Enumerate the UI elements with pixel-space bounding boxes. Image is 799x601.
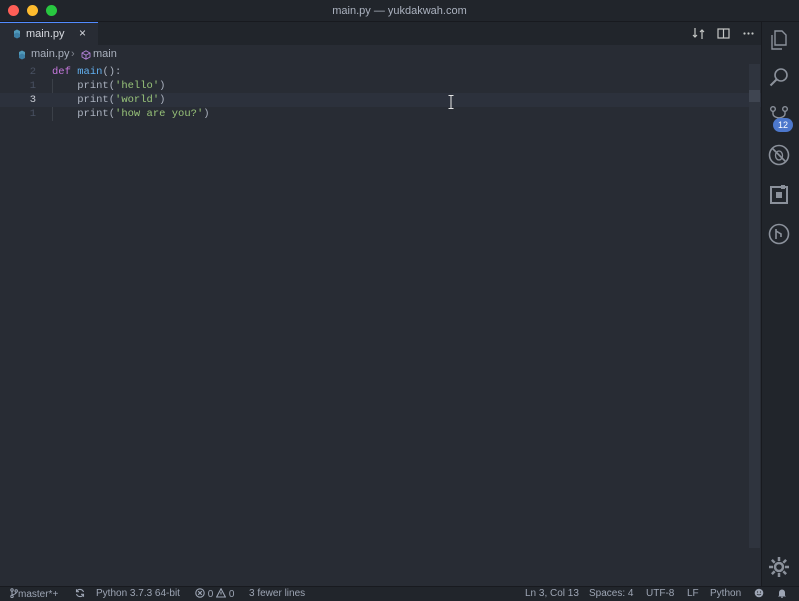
warning-icon — [215, 587, 227, 598]
smiley-icon — [754, 588, 764, 598]
git-graph-button[interactable] — [767, 222, 791, 246]
file-encoding[interactable]: UTF-8 — [646, 588, 674, 599]
python-file-icon — [19, 50, 25, 60]
punctuation-token: (): — [102, 66, 122, 78]
sync-icon — [75, 588, 85, 598]
search-icon — [769, 68, 788, 87]
problems-indicator[interactable]: 0 0 — [195, 587, 235, 600]
line-number: 1 — [29, 80, 36, 92]
tab-label: main.py — [26, 28, 65, 40]
debug-button[interactable] — [767, 143, 791, 167]
error-icon — [195, 588, 205, 598]
string-token: 'world' — [115, 94, 160, 106]
ibeam-cursor-icon — [448, 95, 454, 109]
git-graph-icon — [768, 223, 790, 245]
no-bug-icon — [768, 144, 790, 166]
notifications-button[interactable] — [777, 588, 787, 600]
feedback-button[interactable] — [754, 588, 764, 600]
error-count: 0 — [207, 589, 214, 600]
breadcrumb-symbol[interactable]: main — [93, 48, 117, 60]
open-changes-button[interactable] — [686, 22, 711, 45]
language-mode[interactable]: Python — [710, 588, 741, 599]
status-message: 3 fewer lines — [249, 588, 306, 599]
source-control-badge: 12 — [773, 118, 793, 132]
compare-changes-icon — [692, 28, 705, 39]
git-branch-icon — [10, 588, 18, 599]
symbol-method-icon — [81, 50, 91, 60]
code-editor[interactable]: 2 def main(): 1 print('hello') 3 print('… — [0, 64, 761, 586]
code-text: print('hello') — [52, 79, 165, 93]
punctuation-token: ) — [203, 108, 210, 120]
punctuation-token: ) — [159, 80, 166, 92]
breadcrumb-file[interactable]: main.py — [31, 48, 70, 60]
scrollbar-thumb[interactable] — [749, 90, 760, 102]
end-of-line[interactable]: LF — [687, 588, 699, 599]
code-line[interactable]: 1 print('hello') — [0, 79, 761, 93]
files-icon — [771, 30, 787, 50]
tab-main-py[interactable]: main.py × — [0, 22, 98, 45]
line-number: 2 — [29, 66, 36, 78]
more-actions-button[interactable] — [736, 22, 761, 45]
code-line[interactable]: 1 print('how are you?') — [0, 107, 761, 121]
keyword-token: def — [52, 66, 71, 78]
code-text: def main(): — [52, 65, 121, 79]
python-file-icon — [14, 29, 20, 39]
split-editor-button[interactable] — [711, 22, 736, 45]
call-token: print( — [77, 108, 116, 120]
maximize-window-button[interactable] — [46, 5, 57, 16]
call-token: print( — [77, 94, 116, 106]
status-bar: master*+ Python 3.7.3 64-bit 0 0 3 fewer… — [0, 586, 799, 601]
split-editor-icon — [717, 28, 730, 39]
title-bar: main.py — yukdakwah.com — [0, 0, 799, 22]
python-interpreter[interactable]: Python 3.7.3 64-bit — [96, 588, 180, 599]
code-line-active[interactable]: 3 print('world') — [0, 93, 761, 107]
punctuation-token: ) — [159, 94, 166, 106]
sync-button[interactable] — [75, 588, 85, 600]
settings-button[interactable] — [767, 555, 791, 579]
code-text: print('world') — [52, 93, 165, 107]
window-title: main.py — yukdakwah.com — [332, 4, 467, 17]
string-token: 'hello' — [115, 80, 160, 92]
branch-label: master*+ — [18, 589, 59, 600]
gear-icon — [769, 557, 789, 577]
line-number: 1 — [29, 108, 36, 120]
line-number-current: 3 — [29, 94, 36, 106]
tab-close-button[interactable]: × — [79, 26, 86, 40]
breadcrumb-separator: › — [71, 48, 75, 60]
extensions-button[interactable] — [767, 183, 791, 207]
indentation[interactable]: Spaces: 4 — [589, 588, 633, 599]
string-token: 'how are you?' — [115, 108, 204, 120]
search-button[interactable] — [767, 66, 791, 90]
breadcrumb: main.py › main — [0, 45, 761, 64]
explorer-button[interactable] — [767, 28, 791, 52]
window-controls — [8, 5, 57, 16]
cursor-position[interactable]: Ln 3, Col 13 — [525, 588, 579, 599]
editor-actions — [686, 22, 761, 45]
minimize-window-button[interactable] — [27, 5, 38, 16]
close-window-button[interactable] — [8, 5, 19, 16]
status-branch[interactable]: master*+ — [10, 588, 58, 600]
warning-count: 0 — [228, 589, 235, 600]
function-token: main — [77, 66, 103, 78]
bell-icon — [778, 589, 786, 599]
call-token: print( — [77, 80, 116, 92]
ellipsis-icon — [743, 32, 754, 35]
tab-bar: main.py × — [0, 22, 761, 45]
vertical-scrollbar[interactable] — [749, 64, 760, 548]
code-text: print('how are you?') — [52, 107, 210, 121]
code-line[interactable]: 2 def main(): — [0, 65, 761, 79]
extensions-icon — [770, 185, 788, 204]
